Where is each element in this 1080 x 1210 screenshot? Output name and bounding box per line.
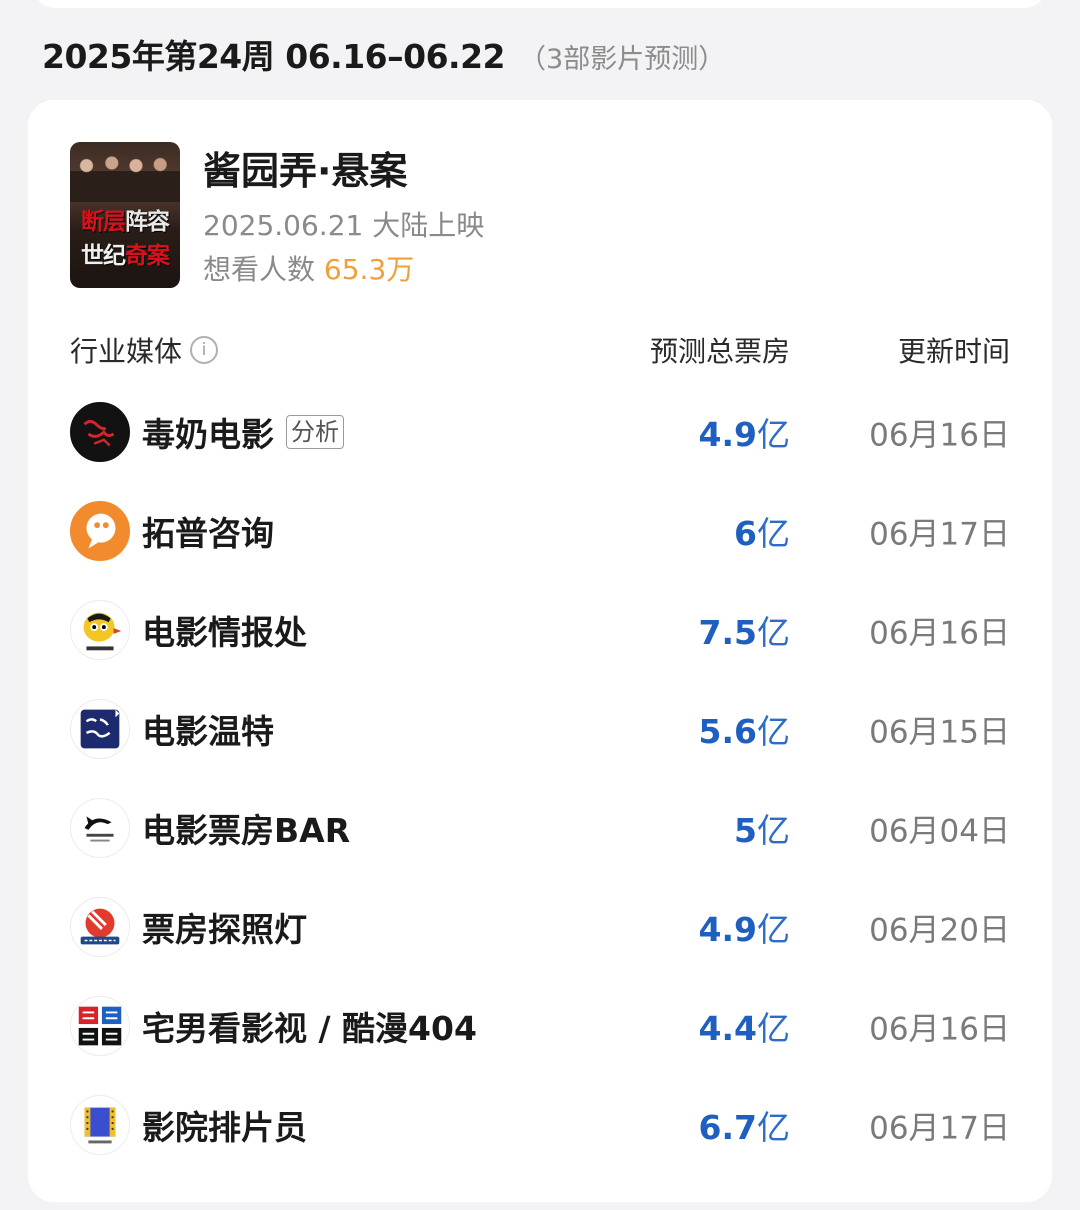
predicted-box-office: 4.9亿	[699, 903, 790, 951]
predicted-box-office: 6.7亿	[699, 1101, 790, 1149]
poster-slogan-2: 世纪奇案	[81, 243, 170, 269]
media-name-text: 票房探照灯	[142, 909, 307, 949]
poster-cast-figures	[70, 150, 180, 202]
value-number: 6.7	[698, 1107, 757, 1147]
value-unit: 亿	[757, 810, 790, 850]
media-name: 宅男看影视 / 酷漫404	[142, 1002, 477, 1050]
predicted-box-office: 4.4亿	[699, 1002, 790, 1050]
update-date: 06月04日	[869, 813, 1010, 849]
predicted-box-office: 4.9亿	[699, 408, 790, 456]
want-label: 想看人数	[203, 253, 316, 286]
info-icon[interactable]: i	[190, 336, 219, 364]
update-date: 06月20日	[869, 912, 1010, 948]
media-name: 毒奶电影 分析	[142, 408, 344, 456]
movie-card: 断层阵容 世纪奇案 酱园弄·悬案 2025.06.21 大陆上映 想看人数 65…	[28, 100, 1052, 1202]
update-date: 06月16日	[869, 417, 1010, 453]
paipianyuan-logo-icon	[70, 1094, 130, 1155]
media-name: 影院排片员	[142, 1101, 307, 1149]
table-row[interactable]: 电影票房BAR 5亿 06月04日	[28, 778, 1052, 877]
kuman-logo-icon	[70, 995, 130, 1056]
predicted-box-office: 7.5亿	[699, 606, 790, 654]
dunai-logo-icon	[70, 401, 130, 462]
media-name-text: 电影情报处	[142, 612, 307, 652]
week-note: （3部影片预测）	[519, 44, 726, 75]
table-row[interactable]: 票房探照灯 4.9亿 06月20日	[28, 877, 1052, 976]
value-unit: 亿	[757, 711, 790, 751]
media-name-text: 拓普咨询	[142, 513, 274, 553]
table-row[interactable]: 毒奶电影 分析 4.9亿 06月16日	[28, 382, 1052, 481]
update-date: 06月17日	[869, 1110, 1010, 1146]
value-unit: 亿	[757, 909, 790, 949]
media-name-text: 毒奶电影	[142, 414, 274, 454]
update-date: 06月17日	[869, 516, 1010, 552]
topu-logo-icon	[70, 500, 130, 561]
media-name: 电影温特	[142, 705, 274, 753]
table-row[interactable]: 电影情报处 7.5亿 06月16日	[28, 580, 1052, 679]
table-row[interactable]: 宅男看影视 / 酷漫404 4.4亿 06月16日	[28, 976, 1052, 1075]
release-info: 2025.06.21 大陆上映	[203, 209, 485, 242]
value-unit: 亿	[757, 1008, 790, 1048]
media-name: 票房探照灯	[142, 903, 307, 951]
media-name: 拓普咨询	[142, 507, 274, 555]
poster-slogan-1: 断层阵容	[81, 209, 170, 235]
value-number: 4.9	[698, 414, 757, 454]
value-number: 5	[734, 810, 757, 850]
qingbaochu-logo-icon	[70, 599, 130, 660]
header-media: 行业媒体 i	[70, 330, 219, 370]
value-unit: 亿	[757, 513, 790, 553]
wente-logo-icon	[70, 698, 130, 759]
media-name-text: 电影温特	[142, 711, 274, 751]
predicted-box-office: 6亿	[734, 507, 790, 555]
media-name-text: 宅男看影视 / 酷漫404	[142, 1008, 477, 1048]
want-count: 65.3万	[323, 253, 415, 286]
update-date: 06月16日	[869, 1011, 1010, 1047]
movie-title[interactable]: 酱园弄·悬案	[203, 140, 407, 195]
tanzhaodeng-logo-icon	[70, 896, 130, 957]
update-date: 06月16日	[869, 615, 1010, 651]
value-number: 4.9	[698, 909, 757, 949]
piaofangbar-logo-icon	[70, 797, 130, 858]
header-total-box-office: 预测总票房	[649, 335, 790, 368]
table-row[interactable]: 影院排片员 6.7亿 06月17日	[28, 1075, 1052, 1174]
predicted-box-office: 5亿	[734, 804, 790, 852]
previous-card-edge	[32, 0, 1048, 8]
value-number: 5.6	[698, 711, 757, 751]
value-unit: 亿	[757, 414, 790, 454]
value-unit: 亿	[757, 612, 790, 652]
media-name: 电影情报处	[142, 606, 307, 654]
update-date: 06月15日	[869, 714, 1010, 750]
week-header: 2025年第24周 06.16–06.22 （3部影片预测）	[42, 30, 725, 78]
value-number: 7.5	[698, 612, 757, 652]
movie-poster[interactable]: 断层阵容 世纪奇案	[70, 142, 180, 288]
want-to-see: 想看人数 65.3万	[203, 248, 414, 288]
table-row[interactable]: 电影温特 5.6亿 06月15日	[28, 679, 1052, 778]
header-media-label: 行业媒体	[70, 335, 183, 368]
predicted-box-office: 5.6亿	[699, 705, 790, 753]
header-update-time: 更新时间	[897, 335, 1010, 368]
value-number: 4.4	[698, 1008, 757, 1048]
media-name-text: 影院排片员	[142, 1107, 307, 1147]
table-row[interactable]: 拓普咨询 6亿 06月17日	[28, 481, 1052, 580]
value-unit: 亿	[757, 1107, 790, 1147]
media-name-text: 电影票房BAR	[142, 810, 351, 850]
value-number: 6	[734, 513, 757, 553]
week-title: 2025年第24周 06.16–06.22	[42, 37, 506, 76]
analysis-tag[interactable]: 分析	[286, 414, 344, 449]
media-name: 电影票房BAR	[142, 804, 350, 852]
